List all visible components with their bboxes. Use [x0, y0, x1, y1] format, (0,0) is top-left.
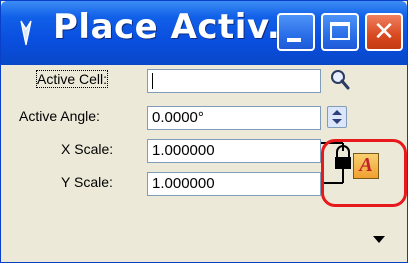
text-caret [152, 73, 153, 90]
maximize-icon [330, 22, 350, 40]
spin-up-icon[interactable] [332, 110, 342, 115]
y-scale-input[interactable]: 1.000000 [147, 172, 321, 196]
place-active-cell-dialog: Place Activ... ✕ Active Cell: Active Ang… [0, 0, 408, 263]
app-icon [20, 20, 32, 46]
spin-down-icon[interactable] [332, 119, 342, 124]
angle-spinner[interactable] [327, 106, 347, 128]
magnifier-icon[interactable] [329, 69, 351, 91]
maximize-button[interactable] [321, 13, 359, 51]
active-angle-label: Active Angle: [19, 108, 100, 124]
close-button[interactable]: ✕ [365, 13, 403, 51]
dropdown-triangle-icon[interactable] [373, 236, 385, 243]
title-bar[interactable]: Place Activ... ✕ [1, 1, 407, 65]
y-scale-label: Y Scale: [61, 174, 113, 190]
x-scale-label: X Scale: [61, 141, 114, 157]
x-scale-input[interactable]: 1.000000 [147, 139, 321, 163]
window-title: Place Activ... [53, 7, 308, 47]
active-angle-input[interactable]: 0.0000° [147, 106, 321, 130]
highlight-annotation [321, 139, 407, 207]
minimize-icon [287, 38, 301, 42]
active-cell-input[interactable] [147, 69, 321, 93]
minimize-button[interactable] [277, 13, 315, 51]
close-icon: ✕ [373, 17, 395, 47]
active-cell-label: Active Cell: [35, 70, 109, 88]
